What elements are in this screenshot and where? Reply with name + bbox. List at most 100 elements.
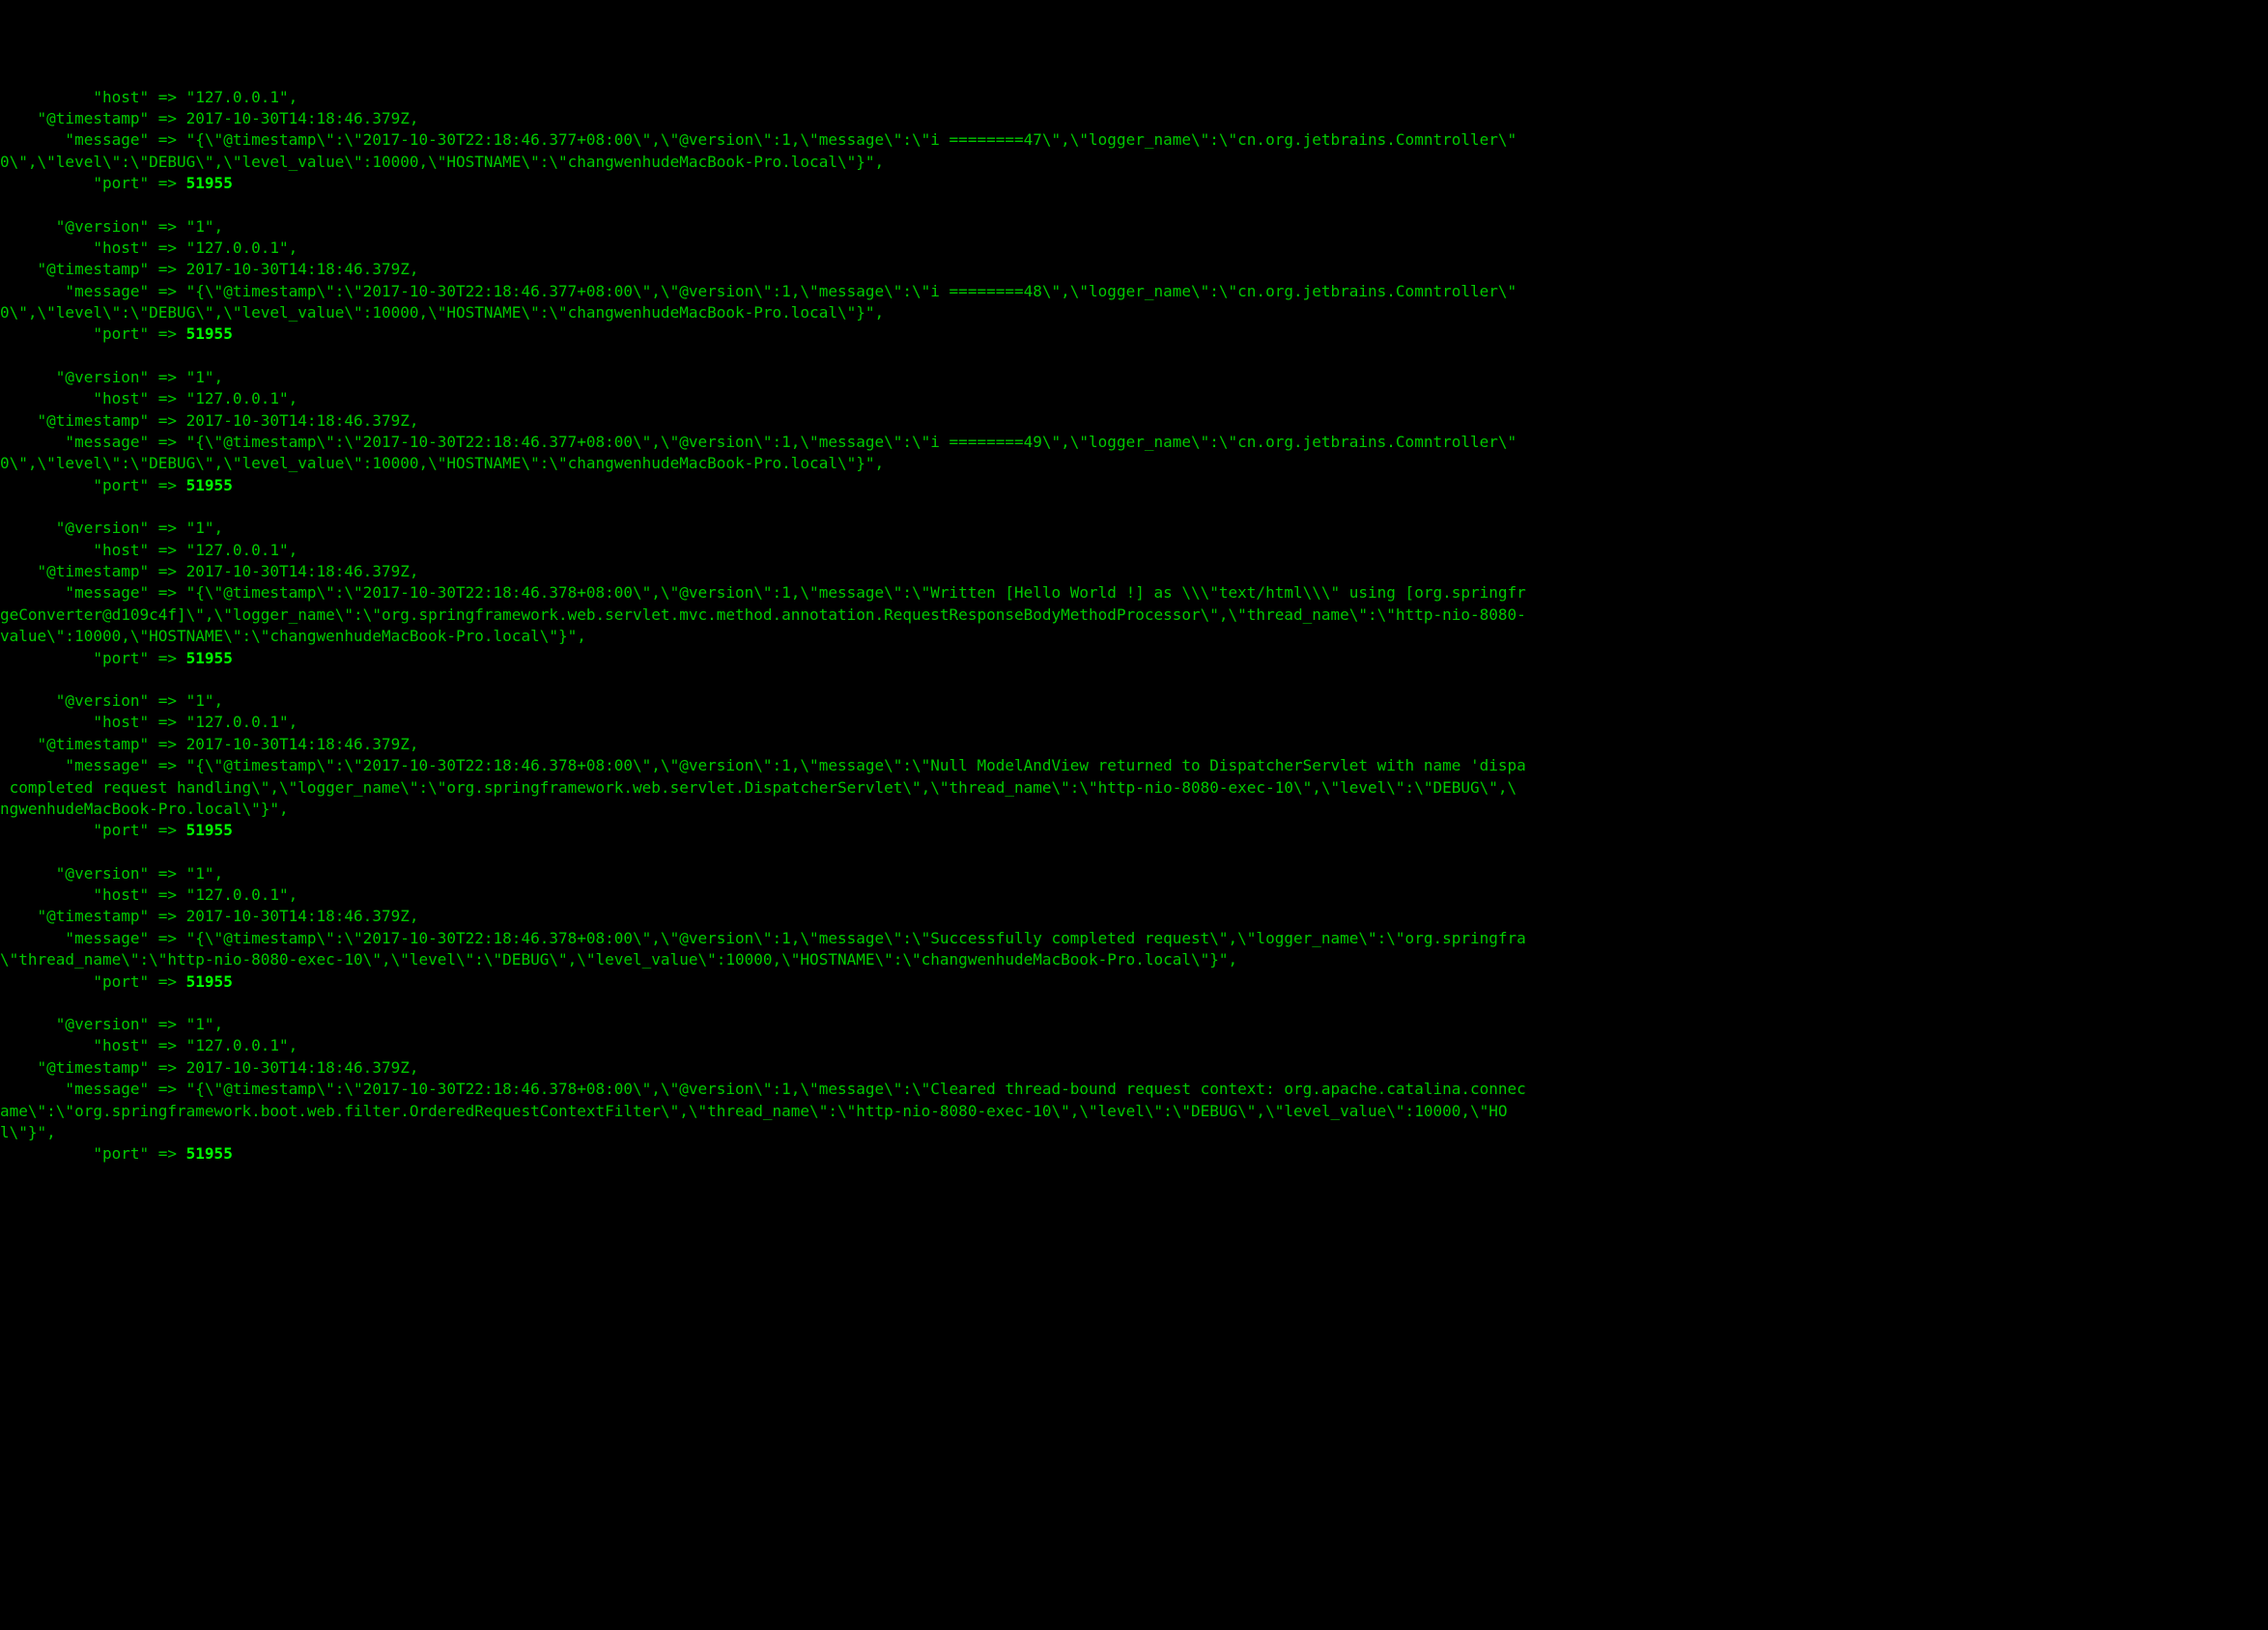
arrow: => xyxy=(149,649,186,667)
log-entry: "@version" => "1", "host" => "127.0.0.1"… xyxy=(0,367,2268,496)
arrow: => xyxy=(149,109,186,127)
log-field: "@timestamp" => 2017-10-30T14:18:46.379Z… xyxy=(0,259,2268,280)
field-key: "@timestamp" xyxy=(0,260,149,278)
log-field: "@timestamp" => 2017-10-30T14:18:46.379Z… xyxy=(0,108,2268,129)
field-key: "@version" xyxy=(0,519,149,537)
field-value: "1", xyxy=(186,1015,224,1033)
arrow: => xyxy=(149,368,186,386)
log-entry: "@version" => "1", "host" => "127.0.0.1"… xyxy=(0,518,2268,669)
field-key: "host" xyxy=(0,88,149,106)
log-field: "@timestamp" => 2017-10-30T14:18:46.379Z… xyxy=(0,410,2268,432)
field-value: 51955 xyxy=(186,1144,233,1163)
log-field: "@timestamp" => 2017-10-30T14:18:46.379Z… xyxy=(0,1057,2268,1079)
field-value: 51955 xyxy=(186,174,233,192)
log-field: "@timestamp" => 2017-10-30T14:18:46.379Z… xyxy=(0,561,2268,582)
field-value: "127.0.0.1", xyxy=(186,239,298,257)
log-entry: "@version" => "1", "host" => "127.0.0.1"… xyxy=(0,690,2268,842)
arrow: => xyxy=(149,217,186,236)
log-message-continuation: ame\":\"org.springframework.boot.web.fil… xyxy=(0,1101,2268,1122)
field-value: "{\"@timestamp\":\"2017-10-30T22:18:46.3… xyxy=(186,583,1526,602)
field-value: 2017-10-30T14:18:46.379Z, xyxy=(186,1058,419,1077)
arrow: => xyxy=(149,411,186,430)
field-value: "1", xyxy=(186,217,224,236)
log-message-continuation: completed request handling\",\"logger_na… xyxy=(0,777,2268,799)
log-field: "@version" => "1", xyxy=(0,1014,2268,1035)
field-key: "port" xyxy=(0,1144,149,1163)
arrow: => xyxy=(149,929,186,947)
field-key: "port" xyxy=(0,476,149,494)
log-field: "@version" => "1", xyxy=(0,863,2268,885)
field-value: 2017-10-30T14:18:46.379Z, xyxy=(186,260,419,278)
field-key: "@version" xyxy=(0,1015,149,1033)
log-port: "port" => 51955 xyxy=(0,475,2268,496)
log-field: "host" => "127.0.0.1", xyxy=(0,712,2268,733)
arrow: => xyxy=(149,907,186,925)
arrow: => xyxy=(149,885,186,904)
log-message-continuation: geConverter@d109c4f]\",\"logger_name\":\… xyxy=(0,604,2268,626)
field-key: "@version" xyxy=(0,691,149,710)
field-value: "{\"@timestamp\":\"2017-10-30T22:18:46.3… xyxy=(186,130,1517,149)
field-key: "@timestamp" xyxy=(0,735,149,753)
arrow: => xyxy=(149,174,186,192)
arrow: => xyxy=(149,433,186,451)
log-field: "@timestamp" => 2017-10-30T14:18:46.379Z… xyxy=(0,906,2268,927)
log-message-continuation: 0\",\"level\":\"DEBUG\",\"level_value\":… xyxy=(0,152,2268,173)
arrow: => xyxy=(149,735,186,753)
field-key: "@timestamp" xyxy=(0,411,149,430)
field-key: "message" xyxy=(0,433,149,451)
log-entry: "@version" => "1", "host" => "127.0.0.1"… xyxy=(0,863,2268,993)
field-value: "127.0.0.1", xyxy=(186,885,298,904)
log-message-continuation: value\":10000,\"HOSTNAME\":\"changwenhud… xyxy=(0,626,2268,647)
field-value: "{\"@timestamp\":\"2017-10-30T22:18:46.3… xyxy=(186,282,1517,300)
log-message: "message" => "{\"@timestamp\":\"2017-10-… xyxy=(0,928,2268,949)
log-field: "@version" => "1", xyxy=(0,690,2268,712)
log-message: "message" => "{\"@timestamp\":\"2017-10-… xyxy=(0,582,2268,604)
log-field: "host" => "127.0.0.1", xyxy=(0,540,2268,561)
log-port: "port" => 51955 xyxy=(0,648,2268,669)
field-value: "1", xyxy=(186,519,224,537)
log-message: "message" => "{\"@timestamp\":\"2017-10-… xyxy=(0,1079,2268,1100)
terminal-output[interactable]: "host" => "127.0.0.1", "@timestamp" => 2… xyxy=(0,87,2268,1166)
arrow: => xyxy=(149,821,186,839)
log-message-continuation: ngwenhudeMacBook-Pro.local\"}", xyxy=(0,799,2268,820)
field-key: "port" xyxy=(0,821,149,839)
log-field: "host" => "127.0.0.1", xyxy=(0,1035,2268,1056)
field-key: "@version" xyxy=(0,217,149,236)
field-key: "@timestamp" xyxy=(0,907,149,925)
arrow: => xyxy=(149,562,186,580)
field-value: 51955 xyxy=(186,972,233,991)
log-field: "host" => "127.0.0.1", xyxy=(0,87,2268,108)
field-key: "host" xyxy=(0,239,149,257)
field-key: "message" xyxy=(0,583,149,602)
log-field: "host" => "127.0.0.1", xyxy=(0,388,2268,409)
field-value: "1", xyxy=(186,864,224,883)
field-key: "host" xyxy=(0,541,149,559)
field-value: "1", xyxy=(186,368,224,386)
log-port: "port" => 51955 xyxy=(0,971,2268,993)
field-key: "host" xyxy=(0,713,149,731)
arrow: => xyxy=(149,1080,186,1098)
field-key: "@timestamp" xyxy=(0,1058,149,1077)
log-message: "message" => "{\"@timestamp\":\"2017-10-… xyxy=(0,432,2268,453)
log-message: "message" => "{\"@timestamp\":\"2017-10-… xyxy=(0,755,2268,776)
arrow: => xyxy=(149,691,186,710)
field-value: "127.0.0.1", xyxy=(186,389,298,408)
field-value: 51955 xyxy=(186,324,233,343)
field-value: 2017-10-30T14:18:46.379Z, xyxy=(186,735,419,753)
log-entry: "host" => "127.0.0.1", "@timestamp" => 2… xyxy=(0,87,2268,195)
field-value: "127.0.0.1", xyxy=(186,88,298,106)
log-message-continuation: \"thread_name\":\"http-nio-8080-exec-10\… xyxy=(0,949,2268,970)
arrow: => xyxy=(149,324,186,343)
log-port: "port" => 51955 xyxy=(0,820,2268,841)
field-value: "127.0.0.1", xyxy=(186,1036,298,1054)
log-field: "@timestamp" => 2017-10-30T14:18:46.379Z… xyxy=(0,734,2268,755)
field-value: "127.0.0.1", xyxy=(186,713,298,731)
arrow: => xyxy=(149,756,186,774)
field-key: "port" xyxy=(0,324,149,343)
field-key: "host" xyxy=(0,389,149,408)
field-value: "{\"@timestamp\":\"2017-10-30T22:18:46.3… xyxy=(186,1080,1526,1098)
field-key: "@timestamp" xyxy=(0,562,149,580)
field-value: "{\"@timestamp\":\"2017-10-30T22:18:46.3… xyxy=(186,433,1517,451)
log-port: "port" => 51955 xyxy=(0,173,2268,194)
arrow: => xyxy=(149,713,186,731)
